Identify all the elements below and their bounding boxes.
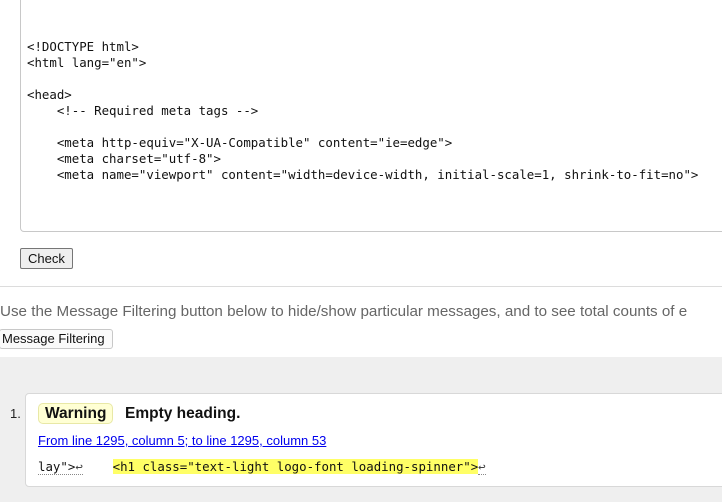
- source-line: <meta charset="utf-8">: [27, 151, 221, 166]
- source-code[interactable]: <!DOCTYPE html> <html lang="en"> <head> <!…: [27, 39, 698, 183]
- extract-highlight: <h1 class="text-light logo-font loading-…: [112, 459, 479, 474]
- extract-before: lay">: [38, 459, 76, 474]
- return-icon: ↩: [478, 459, 486, 475]
- source-line: <html lang="en">: [27, 55, 147, 70]
- warning-badge: Warning: [38, 403, 114, 424]
- return-icon: ↩: [75, 459, 83, 474]
- filtering-help-text: Use the Message Filtering button below t…: [0, 303, 688, 320]
- source-line: [27, 119, 698, 135]
- message-extract: lay">↩ <h1 class="text-light logo-font l…: [38, 459, 486, 475]
- section-divider: [0, 286, 722, 287]
- check-button[interactable]: Check: [20, 248, 73, 269]
- message-filtering-button[interactable]: Message Filtering: [0, 329, 113, 349]
- source-line: <meta http-equiv="X-UA-Compatible" conte…: [27, 135, 453, 150]
- message-number: 1.: [10, 406, 21, 421]
- source-line: <meta name="viewport" content="width=dev…: [27, 167, 699, 182]
- message-location-link[interactable]: From line 1295, column 5; to line 1295, …: [38, 433, 326, 449]
- source-line: <!-- Required meta tags -->: [27, 103, 259, 118]
- source-line: [27, 71, 698, 87]
- source-line: <!DOCTYPE html>: [27, 39, 139, 54]
- source-line: <head>: [27, 87, 72, 102]
- message-title: Empty heading.: [125, 405, 241, 422]
- extract-context: lay">↩: [38, 459, 83, 475]
